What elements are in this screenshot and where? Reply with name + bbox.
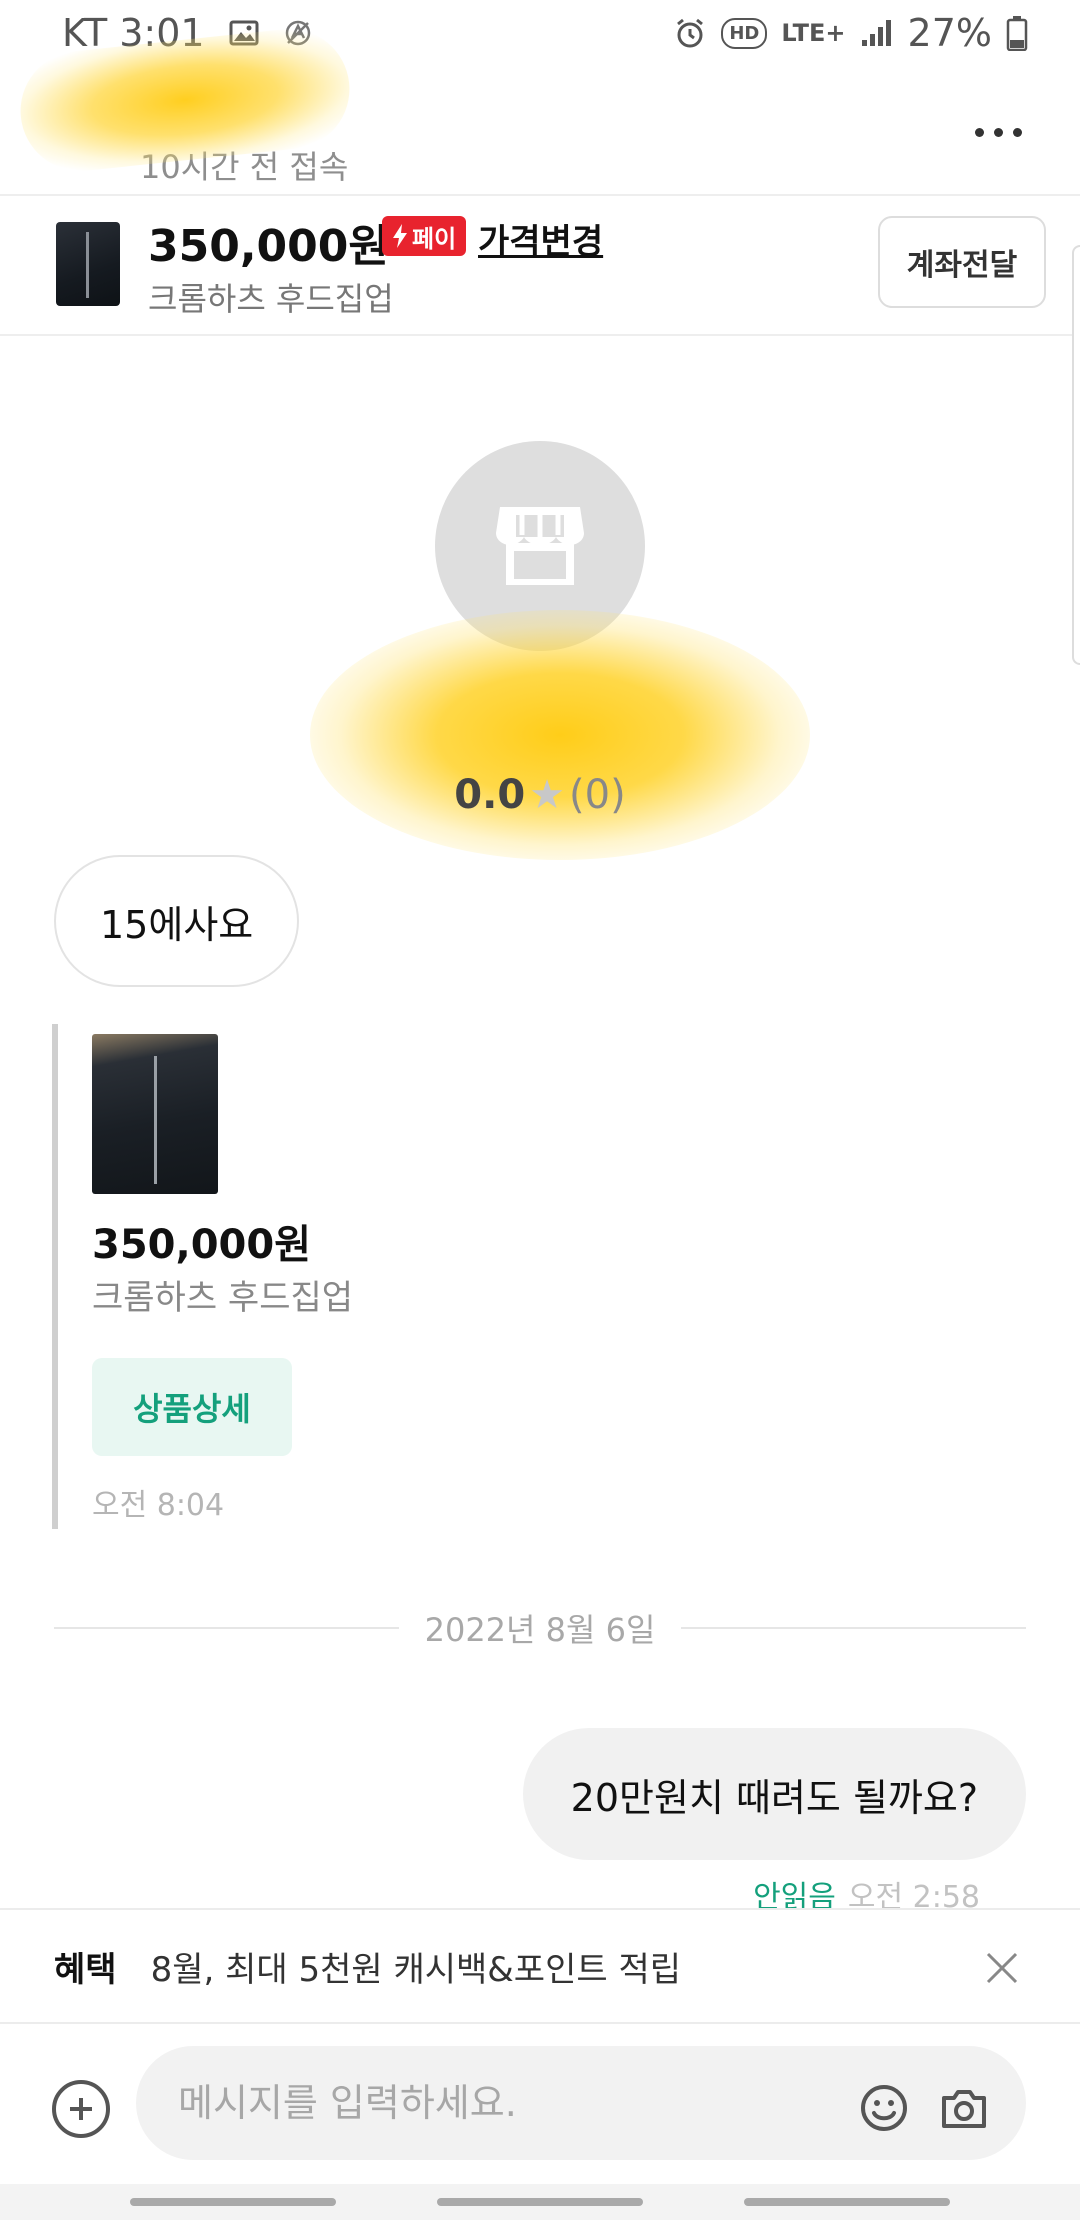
- message-input-bar: [0, 2024, 1080, 2184]
- card-time: 오전 8:04: [92, 1488, 225, 1523]
- accessibility-icon: [283, 18, 313, 48]
- product-detail-button[interactable]: 상품상세: [92, 1358, 292, 1456]
- chat-header: 10시간 전 접속: [0, 66, 1080, 194]
- product-name: 크롬하츠 후드집업: [148, 280, 394, 318]
- benefit-tag: 혜택: [54, 1949, 117, 1990]
- image-icon: [229, 18, 259, 48]
- network-type: LTE+: [781, 19, 846, 47]
- bolt-icon: [393, 224, 407, 248]
- date-text: 2022년 8월 6일: [424, 1611, 656, 1649]
- card-product-name: 크롬하츠 후드집업: [92, 1278, 354, 1318]
- benefit-banner[interactable]: 혜택 8월, 최대 5천원 캐시백&포인트 적립: [0, 1908, 1080, 2024]
- hd-icon: HD: [721, 17, 768, 49]
- nav-back-button[interactable]: [744, 2198, 950, 2206]
- emoji-icon[interactable]: [858, 2082, 910, 2134]
- product-bar[interactable]: 350,000원 페이 가격변경 크롬하츠 후드집업 계좌전달: [0, 194, 1080, 336]
- divider-line: [54, 1627, 399, 1629]
- store-icon: [496, 507, 584, 585]
- pay-badge: 페이: [382, 216, 467, 256]
- more-icon: [974, 127, 984, 137]
- review-count: (0): [569, 772, 626, 818]
- nav-recents-button[interactable]: [130, 2198, 336, 2206]
- more-options-button[interactable]: [968, 102, 1028, 162]
- product-card-message: 350,000원 크롬하츠 후드집업 상품상세 오전 8:04: [52, 1024, 652, 1529]
- star-icon: ★: [529, 772, 566, 818]
- close-icon[interactable]: [976, 1942, 1028, 1994]
- price-change-link[interactable]: 가격변경: [478, 214, 603, 263]
- card-product-image[interactable]: [92, 1034, 218, 1194]
- pay-badge-label: 페이: [412, 224, 457, 253]
- battery-percent: 27%: [907, 11, 992, 55]
- alarm-icon: [673, 16, 707, 50]
- rating-score: 0.0: [454, 772, 526, 818]
- outgoing-message[interactable]: 20만원치 때려도 될까요?: [522, 1728, 1026, 1860]
- camera-icon[interactable]: [938, 2082, 990, 2134]
- signal-icon: [860, 18, 894, 48]
- card-price: 350,000원: [92, 1222, 311, 1268]
- last-seen-text: 10시간 전 접속: [140, 148, 349, 186]
- status-bar: KT 3:01 HD LTE+ 27%: [0, 0, 1080, 66]
- nav-home-button[interactable]: [437, 2198, 643, 2206]
- benefit-text: 8월, 최대 5천원 캐시백&포인트 적립: [150, 1949, 682, 1990]
- incoming-message[interactable]: 15에사요: [54, 855, 300, 987]
- send-account-button[interactable]: 계좌전달: [878, 216, 1046, 308]
- battery-icon: [1006, 15, 1028, 51]
- plus-icon[interactable]: [52, 2080, 110, 2138]
- product-price: 350,000원: [148, 221, 389, 272]
- product-thumbnail[interactable]: [56, 222, 120, 306]
- divider-line: [681, 1627, 1027, 1629]
- scroll-indicator[interactable]: [1072, 245, 1080, 665]
- date-divider: 2022년 8월 6일: [54, 1600, 1027, 1656]
- seller-rating: 0.0 ★ (0): [0, 772, 1080, 818]
- carrier-time: KT 3:01: [62, 11, 205, 55]
- shop-avatar[interactable]: [435, 441, 645, 651]
- system-nav-bar: [0, 2184, 1080, 2220]
